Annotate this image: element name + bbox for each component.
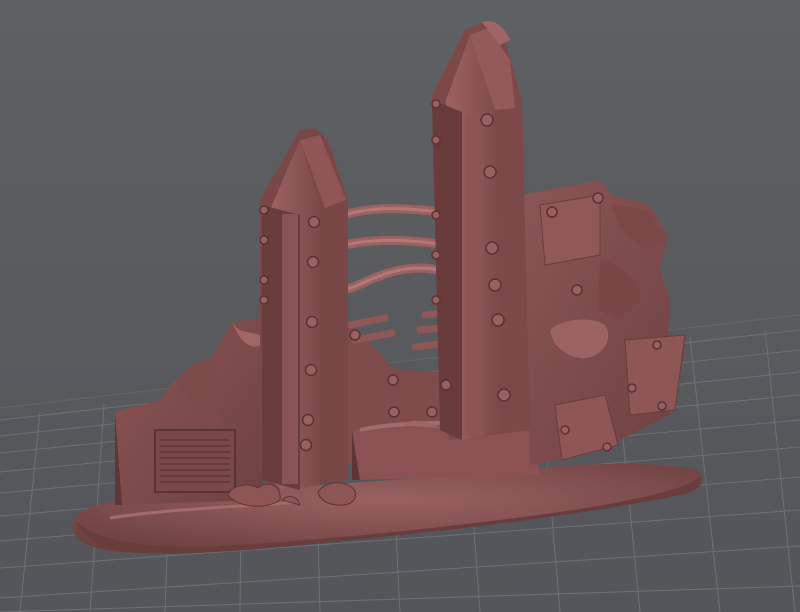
3d-viewport[interactable] — [0, 0, 800, 612]
right-pillar[interactable] — [432, 21, 530, 440]
left-pillar[interactable] — [260, 128, 348, 490]
vent-grille — [154, 429, 236, 493]
viewport-canvas[interactable] — [0, 0, 800, 612]
